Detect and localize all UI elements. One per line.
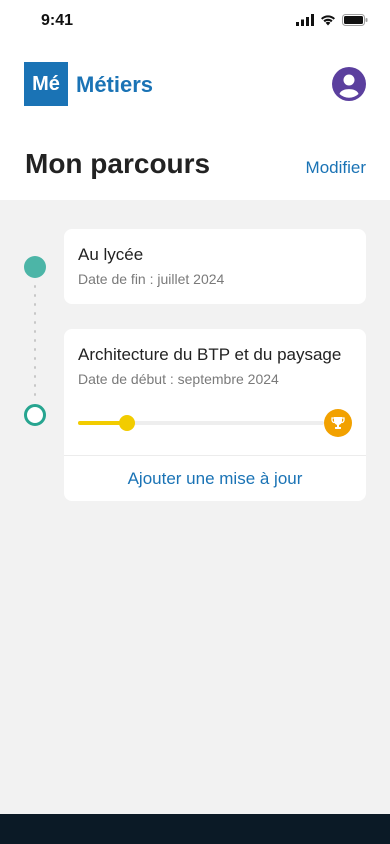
trophy-icon xyxy=(324,409,352,437)
add-update-button[interactable]: Ajouter une mise à jour xyxy=(64,456,366,501)
timeline-card-formation[interactable]: Architecture du BTP et du paysage Date d… xyxy=(64,329,366,501)
page-title: Mon parcours xyxy=(25,148,211,179)
status-time: 9:41 xyxy=(41,12,74,29)
edit-button[interactable]: Modifier xyxy=(306,158,366,178)
timeline-card-lycee[interactable]: Au lycée Date de fin : juillet 2024 xyxy=(64,229,366,304)
logo-text: Mé xyxy=(32,72,60,95)
status-icons xyxy=(296,14,368,26)
timeline-dot-current xyxy=(24,404,46,426)
app-logo: Mé xyxy=(24,62,68,106)
battery-icon xyxy=(342,14,368,26)
user-avatar-icon[interactable] xyxy=(332,67,366,101)
status-bar: 9:41 xyxy=(0,0,390,44)
timeline-section: Au lycée Date de fin : juillet 2024 Arch… xyxy=(0,200,390,814)
bottom-bar xyxy=(0,814,390,844)
timeline-connector xyxy=(34,282,36,402)
card-date: Date de fin : juillet 2024 xyxy=(78,271,225,287)
progress-bar xyxy=(78,415,324,431)
card-date: Date de début : septembre 2024 xyxy=(78,371,279,387)
app-name: Métiers xyxy=(76,72,154,97)
timeline-dot-completed xyxy=(24,256,46,278)
app-header: Mé Métiers Mon parcours Modifier xyxy=(0,44,390,200)
card-title: Au lycée xyxy=(78,245,144,264)
wifi-icon xyxy=(321,15,335,26)
progress-knob xyxy=(119,415,136,431)
card-title: Architecture du BTP et du paysage xyxy=(78,345,342,364)
signal-icon xyxy=(296,14,314,26)
